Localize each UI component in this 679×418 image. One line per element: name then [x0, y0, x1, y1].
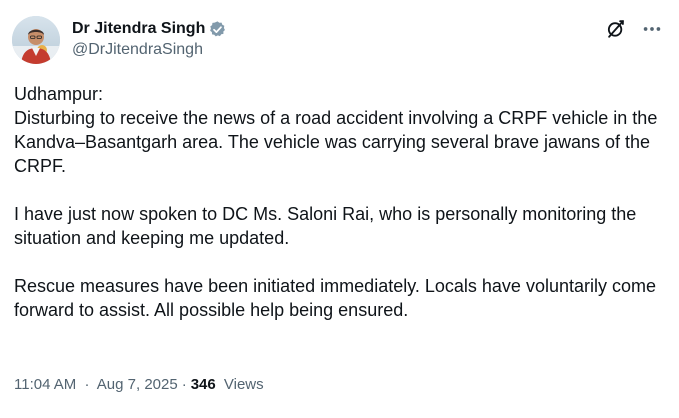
meta-separator: ·: [84, 376, 90, 393]
author-identity: Dr Jitendra Singh @DrJitendraSingh: [72, 18, 227, 59]
more-options-icon[interactable]: [641, 18, 663, 40]
tweet-timestamp[interactable]: 11:04 AM · Aug 7, 2025: [14, 376, 178, 393]
views-count: 346: [190, 376, 216, 393]
tweet-header: Dr Jitendra Singh @DrJitendraSingh: [12, 14, 663, 66]
tweet-date: Aug 7, 2025: [96, 376, 178, 393]
views-link[interactable]: 346 Views: [191, 376, 264, 393]
avatar-photo-icon: [12, 16, 60, 64]
tweet-text: Udhampur: Disturbing to receive the news…: [14, 82, 674, 322]
tweet-card: Dr Jitendra Singh @DrJitendraSingh Udham…: [0, 0, 679, 418]
meta-separator: ·: [181, 376, 187, 393]
display-name[interactable]: Dr Jitendra Singh: [72, 20, 205, 38]
tweet-meta: 11:04 AM · Aug 7, 2025 · 346 Views: [14, 376, 264, 393]
avatar[interactable]: [12, 16, 60, 64]
tweet-paragraph: I have just now spoken to DC Ms. Saloni …: [14, 204, 637, 248]
tweet-paragraph: Rescue measures have been initiated imme…: [14, 276, 656, 320]
tweet-time: 11:04 AM: [14, 376, 77, 393]
views-label: Views: [223, 376, 264, 393]
name-row: Dr Jitendra Singh: [72, 18, 227, 40]
verified-badge-icon[interactable]: [208, 20, 227, 39]
author-handle[interactable]: @DrJitendraSingh: [72, 41, 227, 59]
tweet-actions: [605, 18, 663, 40]
grok-icon[interactable]: [605, 18, 627, 40]
tweet-paragraph: Udhampur: Disturbing to receive the news…: [14, 84, 658, 176]
